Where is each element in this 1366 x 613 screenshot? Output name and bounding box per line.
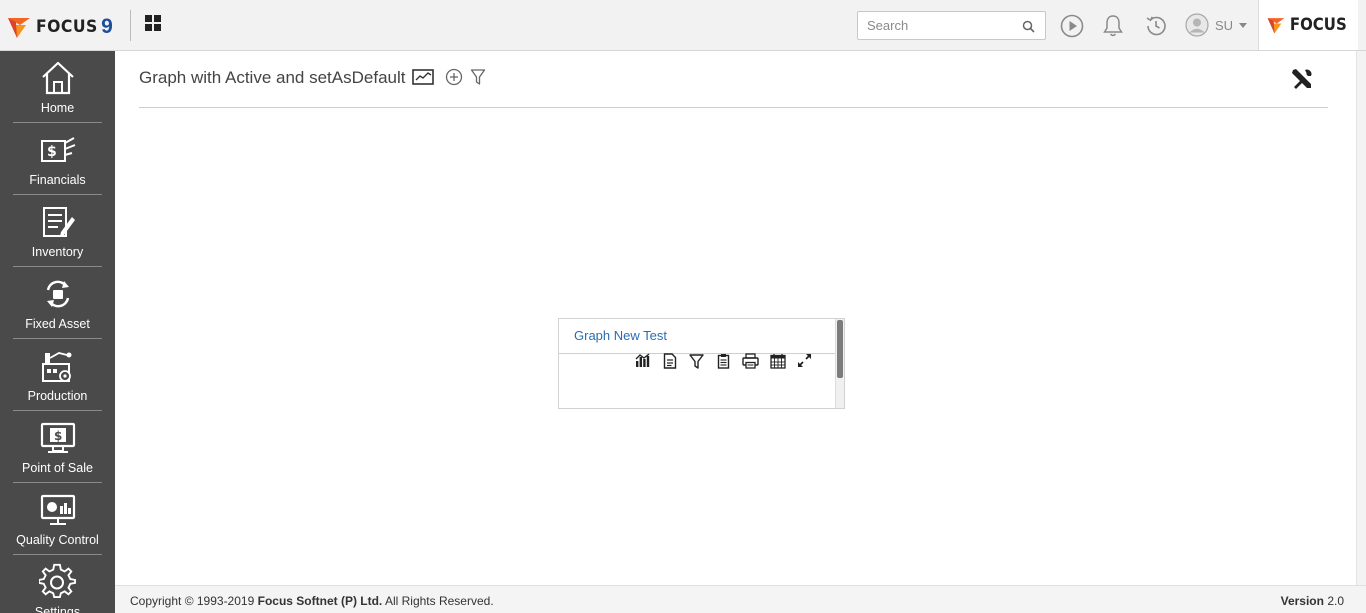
sidebar-item-quality-control[interactable]: Quality Control: [13, 483, 102, 555]
rights-text: All Rights Reserved.: [384, 594, 494, 608]
avatar: [1185, 13, 1209, 37]
filter-icon[interactable]: [470, 68, 486, 86]
notification-bell-icon[interactable]: [1100, 13, 1126, 39]
sidebar-item-inventory[interactable]: Inventory: [13, 195, 102, 267]
footer: Copyright © 1993-2019 Focus Softnet (P) …: [115, 585, 1366, 613]
production-icon: [38, 346, 78, 386]
print-icon[interactable]: [742, 352, 759, 369]
company-name: Focus Softnet (P) Ltd.: [257, 594, 383, 608]
focus9-logo[interactable]: FOCUS 9: [6, 12, 113, 42]
user-menu[interactable]: SU: [1185, 12, 1248, 38]
sidebar-item-label: Inventory: [31, 245, 84, 259]
main-content: Graph with Active and setAsDefault Graph…: [115, 51, 1366, 585]
filter-icon[interactable]: [688, 352, 705, 369]
search-icon[interactable]: [1022, 20, 1035, 33]
gear-icon: [38, 562, 78, 602]
clipboard-icon[interactable]: [715, 352, 732, 369]
search-input[interactable]: [858, 12, 1008, 39]
brand-mark-icon: [1267, 18, 1285, 34]
sidebar-item-label: Financials: [29, 173, 86, 187]
company-brand-logo: FOCUS: [1258, 0, 1358, 50]
financials-icon: $: [38, 130, 78, 170]
sidebar-item-fixed-asset[interactable]: Fixed Asset: [13, 267, 102, 339]
document-icon[interactable]: [661, 352, 678, 369]
sidebar-item-home[interactable]: Home: [13, 51, 102, 123]
user-initials: SU: [1215, 17, 1234, 33]
sidebar-item-production[interactable]: Production: [13, 339, 102, 411]
sidebar-item-label: Quality Control: [16, 533, 99, 547]
widget-toolbar: [634, 352, 813, 369]
add-circle-icon[interactable]: [445, 68, 463, 86]
search-box: [857, 11, 1046, 40]
version-number: 2.0: [1327, 594, 1344, 608]
svg-text:$: $: [54, 429, 62, 443]
copyright-prefix: Copyright © 1993-2019: [130, 594, 255, 608]
sidebar-item-label: Settings: [34, 605, 81, 613]
version-info: Version 2.0: [1281, 594, 1344, 608]
tools-settings-icon[interactable]: [1290, 67, 1314, 91]
point-of-sale-icon: $: [38, 418, 78, 458]
sidebar: Home $ Financials Inventory Fixed Asset …: [0, 51, 115, 613]
chevron-down-icon: [1239, 22, 1248, 28]
widget-scrollbar[interactable]: [835, 319, 844, 408]
page-scrollbar[interactable]: [1356, 51, 1366, 585]
inventory-icon: [38, 202, 78, 242]
sidebar-item-label: Home: [40, 101, 75, 115]
top-bar: FOCUS 9 SU: [0, 0, 1366, 51]
graph-view-icon[interactable]: [412, 68, 434, 86]
history-icon[interactable]: [1143, 13, 1169, 39]
focus-logo-mark-icon: [8, 18, 30, 38]
play-icon[interactable]: [1059, 13, 1085, 39]
calendar-icon[interactable]: [769, 352, 786, 369]
expand-icon[interactable]: [796, 352, 813, 369]
svg-text:$: $: [47, 144, 57, 160]
home-icon: [38, 58, 78, 98]
chart-type-icon[interactable]: [634, 352, 651, 369]
sidebar-item-label: Production: [27, 389, 88, 403]
logo-number: 9: [101, 15, 113, 38]
brand-text: FOCUS: [1290, 15, 1347, 35]
header-divider: [139, 107, 1328, 108]
sidebar-item-settings[interactable]: Settings: [13, 555, 102, 613]
sidebar-item-label: Fixed Asset: [25, 317, 90, 331]
sidebar-item-financials[interactable]: $ Financials: [13, 123, 102, 195]
quality-control-icon: [38, 490, 78, 530]
widget-title-link[interactable]: Graph New Test: [574, 328, 667, 343]
copyright-text: Copyright © 1993-2019 Focus Softnet (P) …: [130, 594, 494, 608]
sidebar-item-point-of-sale[interactable]: $ Point of Sale: [13, 411, 102, 483]
app-grid-menu-icon[interactable]: [145, 15, 161, 31]
version-label: Version: [1280, 594, 1324, 608]
fixed-asset-icon: [38, 274, 78, 314]
page-title: Graph with Active and setAsDefault: [139, 68, 406, 87]
sidebar-item-label: Point of Sale: [22, 461, 93, 475]
logo-text: FOCUS: [36, 17, 98, 37]
logo-divider: [130, 10, 131, 41]
widget-scrollbar-thumb[interactable]: [837, 320, 843, 378]
graph-widget: Graph New Test: [558, 318, 845, 409]
